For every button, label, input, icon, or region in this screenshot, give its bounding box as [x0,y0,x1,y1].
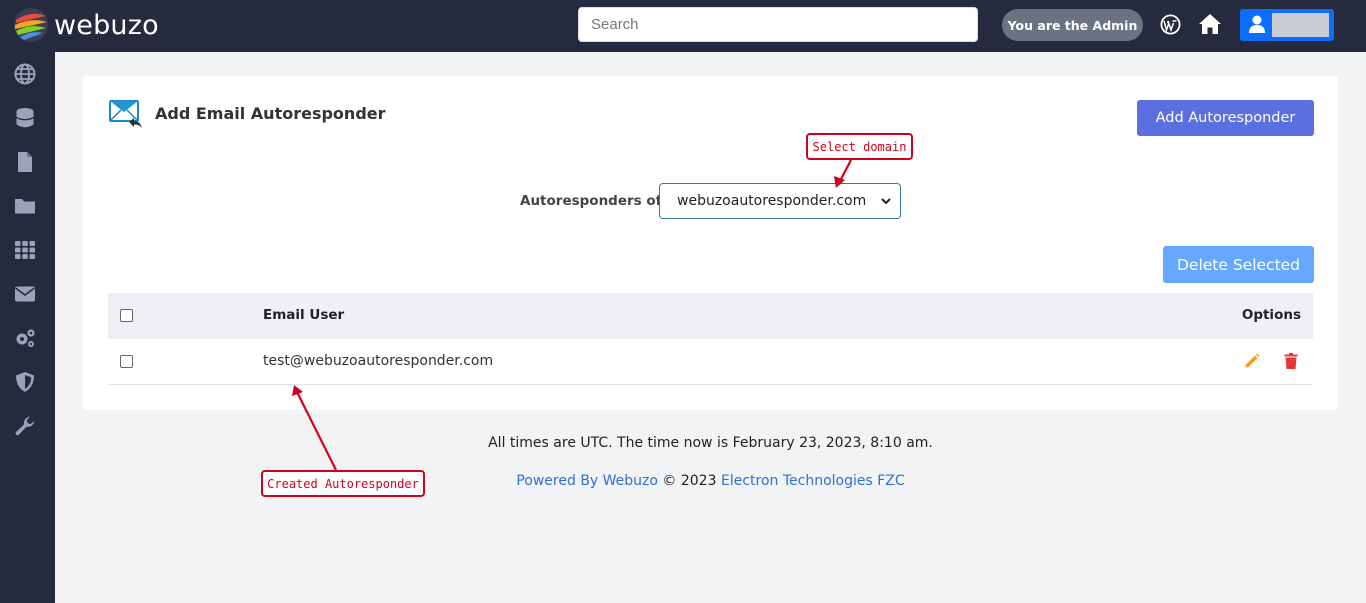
trash-icon[interactable] [1284,353,1298,369]
select-domain-callout: Select domain [806,133,913,160]
table-header: Email User Options [108,293,1313,339]
brand-name: webuzo [54,9,159,41]
table-row: test@webuzoautoresponder.com [108,339,1313,385]
sidebar [0,52,55,603]
domain-select[interactable]: webuzoautoresponder.com [659,183,901,219]
shield-icon[interactable] [14,371,36,393]
wrench-icon[interactable] [14,415,36,437]
globe-icon[interactable] [14,63,36,85]
select-all-checkbox[interactable] [120,309,133,322]
email-reply-icon [109,100,142,128]
powered-by-link[interactable]: Powered By Webuzo [516,473,658,489]
envelope-icon[interactable] [14,283,36,305]
created-autoresponder-callout: Created Autoresponder [261,470,425,497]
file-icon[interactable] [14,151,36,173]
column-header-email-user: Email User [263,307,345,323]
domain-select-value: webuzoautoresponder.com [677,193,867,209]
webuzo-logo[interactable]: webuzo [12,6,159,44]
user-menu-button[interactable] [1240,9,1334,41]
apps-grid-icon[interactable] [14,239,36,261]
footer-credits: Powered By Webuzo © 2023 Electron Techno… [0,473,1366,489]
copyright-text: © 2023 [662,473,717,489]
chevron-down-icon [881,198,891,205]
gears-icon[interactable] [14,327,36,349]
column-header-options: Options [1241,307,1301,323]
wordpress-icon[interactable] [1160,14,1181,35]
autoresponder-card: Add Email Autoresponder Add Autoresponde… [83,76,1338,410]
user-icon [1249,15,1265,33]
footer-time: All times are UTC. The time now is Febru… [488,435,933,451]
delete-selected-button[interactable]: Delete Selected [1163,246,1314,283]
search-input[interactable] [578,7,978,42]
pencil-icon[interactable] [1244,353,1260,369]
admin-badge[interactable]: You are the Admin [1002,9,1143,41]
top-navbar: webuzo You are the Admin [0,0,1366,52]
add-autoresponder-button[interactable]: Add Autoresponder [1137,100,1314,136]
domain-select-label: Autoresponders of [520,193,662,209]
folder-icon[interactable] [14,195,36,217]
email-user-cell: test@webuzoautoresponder.com [263,353,494,369]
database-icon[interactable] [14,107,36,129]
company-link[interactable]: Electron Technologies FZC [721,473,905,489]
home-icon[interactable] [1198,13,1222,35]
username-redacted [1272,13,1329,37]
page-title: Add Email Autoresponder [155,104,386,123]
row-checkbox[interactable] [120,355,133,368]
webuzo-logo-icon [14,8,48,42]
